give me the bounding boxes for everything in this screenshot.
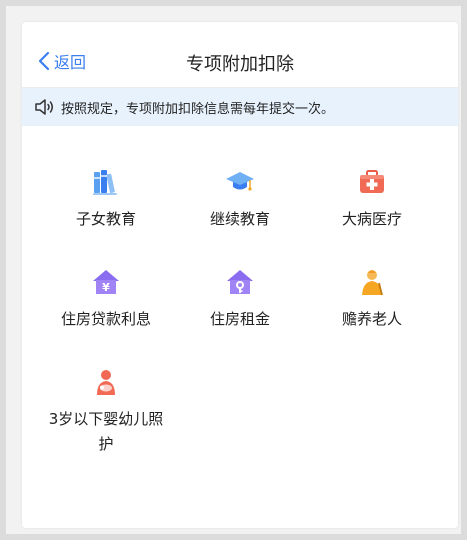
item-infant-care[interactable]: 3岁以下婴幼儿照护 (46, 367, 166, 457)
first-aid-kit-icon (357, 167, 387, 197)
mother-baby-icon (91, 367, 121, 397)
notice-banner: 按照规定，专项附加扣除信息需每年提交一次。 (22, 88, 458, 126)
item-label: 子女教育 (75, 210, 136, 228)
item-continuing-education[interactable]: 继续教育 (180, 167, 300, 232)
item-housing-loan-interest[interactable]: ¥ 住房贷款利息 (46, 267, 166, 332)
books-icon (91, 167, 121, 197)
speaker-icon (35, 99, 53, 115)
item-elderly-support[interactable]: 赡养老人 (312, 267, 432, 332)
svg-text:¥: ¥ (102, 281, 110, 294)
item-housing-rent[interactable]: 住房租金 (180, 267, 300, 332)
header-bar: 返回 专项附加扣除 (22, 22, 458, 88)
graduation-cap-icon (225, 167, 255, 197)
app-frame: 返回 专项附加扣除 按照规定，专项附加扣除信息需每年提交一次。 子女教育 继续教… (6, 6, 461, 534)
elderly-person-icon (357, 267, 387, 297)
notice-text: 按照规定，专项附加扣除信息需每年提交一次。 (61, 101, 335, 117)
house-yuan-icon: ¥ (91, 267, 121, 297)
item-label: 3岁以下婴幼儿照护 (48, 410, 164, 453)
page-title: 专项附加扣除 (186, 54, 294, 75)
item-label: 住房贷款利息 (60, 310, 151, 328)
item-child-education[interactable]: 子女教育 (46, 167, 166, 232)
house-key-icon (225, 267, 255, 297)
item-label: 住房租金 (209, 310, 270, 328)
deduction-card: 返回 专项附加扣除 按照规定，专项附加扣除信息需每年提交一次。 子女教育 继续教… (22, 22, 458, 528)
item-label: 继续教育 (209, 210, 270, 228)
item-serious-illness-medical[interactable]: 大病医疗 (312, 167, 432, 232)
item-label: 大病医疗 (341, 210, 402, 228)
item-label: 赡养老人 (341, 310, 402, 328)
